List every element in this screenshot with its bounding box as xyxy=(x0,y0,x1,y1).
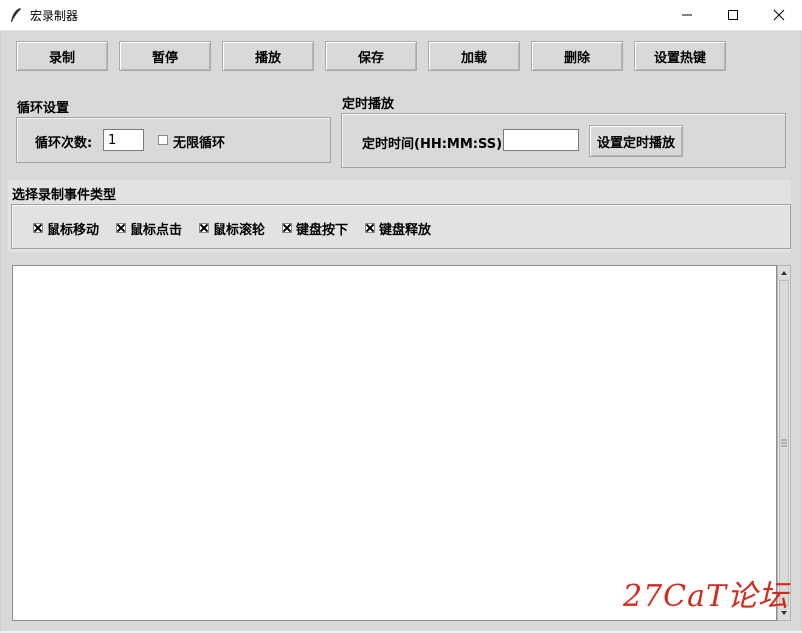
maximize-icon xyxy=(728,10,738,20)
timer-group: 定时时间(HH:MM:SS): 设置定时播放 xyxy=(341,113,786,168)
mouse-scroll-label: 鼠标滚轮 xyxy=(213,223,266,238)
loop-count-input[interactable] xyxy=(103,129,144,151)
infinite-loop-label: 无限循环 xyxy=(173,136,226,151)
title-bar: 宏录制器 xyxy=(0,0,802,31)
minimize-button[interactable] xyxy=(664,0,710,30)
loop-count-label: 循环次数: xyxy=(35,136,93,151)
key-release-label: 键盘释放 xyxy=(379,223,432,238)
event-types-title: 选择录制事件类型 xyxy=(12,188,117,203)
infinite-loop-checkbox[interactable] xyxy=(158,135,168,145)
maximize-button[interactable] xyxy=(710,0,756,30)
set-hotkey-button[interactable]: 设置热键 xyxy=(634,41,726,71)
mouse-move-checkbox[interactable] xyxy=(33,223,43,233)
pause-button[interactable]: 暂停 xyxy=(119,41,211,71)
window-title: 宏录制器 xyxy=(30,9,79,23)
close-icon xyxy=(773,9,785,21)
feather-icon xyxy=(9,7,23,23)
set-timer-button[interactable]: 设置定时播放 xyxy=(589,125,683,157)
load-button[interactable]: 加载 xyxy=(428,41,520,71)
key-press-label: 键盘按下 xyxy=(296,223,349,238)
mouse-click-checkbox[interactable] xyxy=(116,223,126,233)
loop-settings-title: 循环设置 xyxy=(17,101,70,116)
mouse-move-label: 鼠标移动 xyxy=(47,223,100,238)
log-textarea[interactable] xyxy=(12,265,777,621)
main-window: 录制 暂停 播放 保存 加载 删除 设置热键 循环设置 循环次数: 无限循环 定… xyxy=(0,31,802,631)
timer-time-input[interactable] xyxy=(503,129,579,151)
save-button[interactable]: 保存 xyxy=(325,41,417,71)
timer-title: 定时播放 xyxy=(342,97,395,112)
minimize-icon xyxy=(682,14,692,16)
mouse-scroll-checkbox[interactable] xyxy=(199,223,209,233)
key-release-checkbox[interactable] xyxy=(365,223,375,233)
scroll-up-icon[interactable] xyxy=(778,266,790,280)
play-button[interactable]: 播放 xyxy=(222,41,314,71)
delete-button[interactable]: 删除 xyxy=(531,41,623,71)
log-scrollbar[interactable] xyxy=(777,265,791,621)
close-button[interactable] xyxy=(756,0,802,30)
event-types-group: 鼠标移动 鼠标点击 鼠标滚轮 键盘按下 键盘释放 xyxy=(11,204,791,249)
watermark-text: 27CaT论坛 xyxy=(623,579,790,614)
scroll-thumb[interactable] xyxy=(779,280,789,606)
mouse-click-label: 鼠标点击 xyxy=(130,223,183,238)
timer-time-label: 定时时间(HH:MM:SS): xyxy=(362,137,508,152)
loop-settings-group: 循环次数: 无限循环 xyxy=(16,117,331,163)
record-button[interactable]: 录制 xyxy=(16,41,108,71)
key-press-checkbox[interactable] xyxy=(282,223,292,233)
